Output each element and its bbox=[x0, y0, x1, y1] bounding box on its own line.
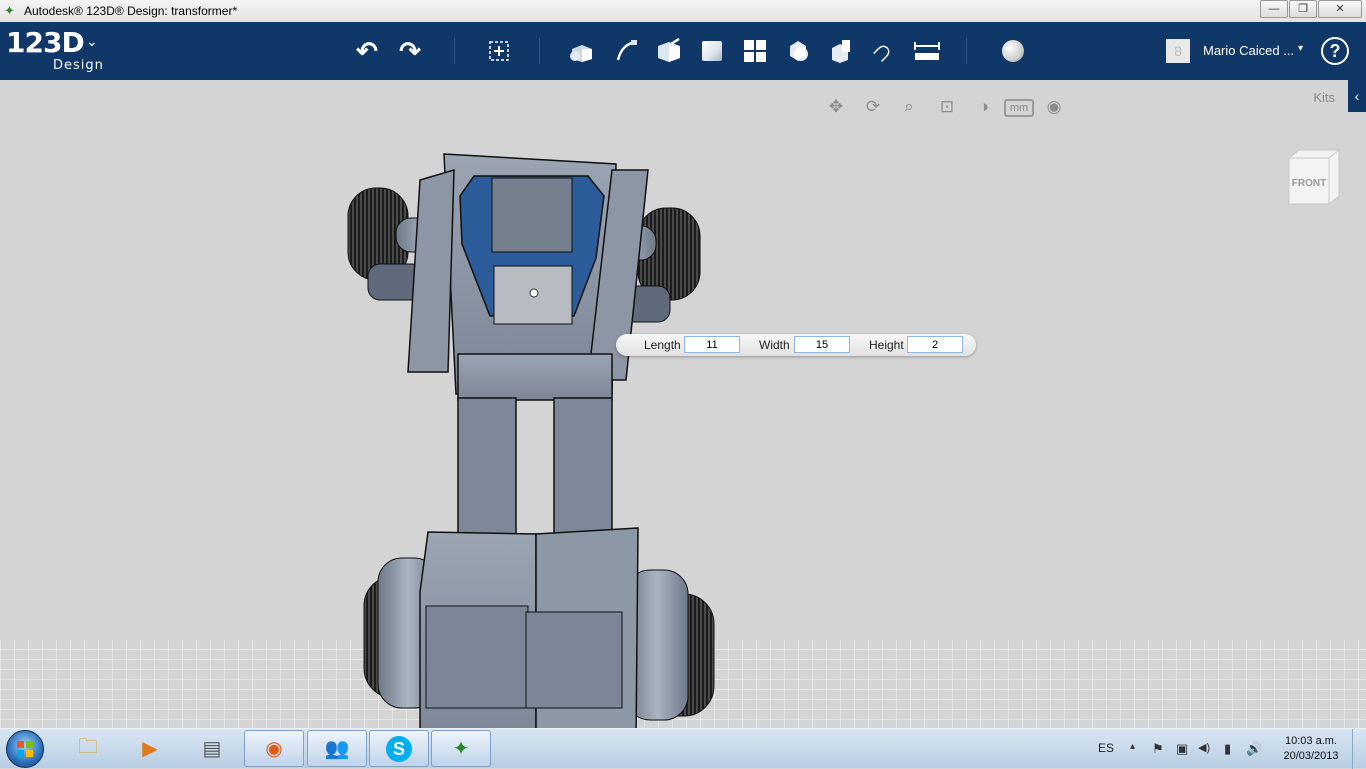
kits-panel-toggle[interactable]: ‹ bbox=[1348, 80, 1366, 112]
view-cube-label: FRONT bbox=[1292, 178, 1326, 189]
taskbar-skype-icon[interactable]: S bbox=[369, 730, 429, 767]
fit-view-icon[interactable]: ⊡ bbox=[934, 95, 960, 119]
taskbar: 🗀 ▶ ▤ ◉ 👥 S ✦ ES ▴ ⚑ ▣ ◀) ▮ 🔊 10:03 a.m.… bbox=[0, 728, 1366, 769]
avatar[interactable]: 8 bbox=[1166, 39, 1190, 63]
taskbar-explorer-icon[interactable]: 🗀 bbox=[58, 730, 118, 767]
app-logo-menu[interactable]: 123D Design ⌄ bbox=[6, 26, 103, 74]
clock-time: 10:03 a.m. bbox=[1285, 735, 1337, 747]
undo-icon[interactable]: ↶ bbox=[352, 36, 382, 66]
skype-icon: S bbox=[386, 735, 412, 762]
window-titlebar: ✦ Autodesk® 123D® Design: transformer* —… bbox=[0, 0, 1366, 22]
clock-date: 20/03/2013 bbox=[1283, 750, 1339, 762]
width-input[interactable] bbox=[794, 336, 850, 353]
minimize-button[interactable]: — bbox=[1260, 0, 1288, 18]
measure-icon[interactable] bbox=[912, 36, 942, 66]
orbit-icon[interactable]: ⟳ bbox=[860, 95, 886, 119]
logo-text: 123D bbox=[6, 26, 85, 59]
visual-style-icon[interactable]: ◑ bbox=[971, 95, 997, 119]
show-desktop-button[interactable] bbox=[1352, 729, 1366, 769]
user-name[interactable]: Mario Caiced ... bbox=[1203, 43, 1294, 58]
tray-expand-icon[interactable]: ▴ bbox=[1130, 741, 1135, 752]
language-indicator[interactable]: ES bbox=[1098, 741, 1114, 755]
help-icon[interactable]: ? bbox=[1321, 37, 1349, 65]
pattern-icon[interactable] bbox=[740, 36, 770, 66]
length-input[interactable] bbox=[684, 336, 740, 353]
units-button[interactable]: mm bbox=[1004, 99, 1034, 117]
material-icon[interactable] bbox=[998, 36, 1028, 66]
snap-icon[interactable]: ∩ bbox=[863, 30, 905, 72]
taskbar-network-icon[interactable]: ▤ bbox=[182, 730, 242, 767]
toolbar-divider bbox=[539, 38, 540, 64]
modify-icon[interactable] bbox=[697, 36, 727, 66]
view-cube[interactable]: FRONT bbox=[1287, 148, 1340, 205]
app-icon: ✦ bbox=[4, 3, 15, 18]
length-label: Length bbox=[644, 338, 681, 352]
taskbar-messenger-icon[interactable]: 👥 bbox=[307, 730, 367, 767]
grouping-icon[interactable] bbox=[783, 36, 813, 66]
main-toolbar: 123D Design ⌄ ↶ ↷ ∩ 8 Mario Caiced ... ▾… bbox=[0, 22, 1366, 80]
width-label: Width bbox=[759, 338, 790, 352]
speaker-icon[interactable]: 🔊 bbox=[1246, 741, 1262, 757]
pan-icon[interactable]: ✥ bbox=[823, 95, 849, 119]
sketch-icon[interactable] bbox=[611, 36, 641, 66]
start-button[interactable] bbox=[6, 730, 44, 768]
toolbar-divider bbox=[966, 38, 967, 64]
combine-icon[interactable] bbox=[826, 36, 856, 66]
eye-icon[interactable]: ◉ bbox=[1041, 95, 1067, 119]
network-signal-icon[interactable]: ▮ bbox=[1224, 741, 1231, 757]
device-icon[interactable]: ▣ bbox=[1176, 741, 1188, 757]
kits-label[interactable]: Kits bbox=[1313, 90, 1335, 105]
robot-model[interactable] bbox=[330, 140, 750, 728]
restore-button[interactable]: ❐ bbox=[1289, 0, 1317, 18]
height-input[interactable] bbox=[907, 336, 963, 353]
window-title: Autodesk® 123D® Design: transformer* bbox=[24, 4, 238, 18]
system-clock[interactable]: 10:03 a.m. 20/03/2013 bbox=[1278, 734, 1344, 764]
user-dropdown-icon[interactable]: ▾ bbox=[1298, 43, 1303, 54]
taskbar-media-player-icon[interactable]: ▶ bbox=[120, 730, 180, 767]
primitives-icon[interactable] bbox=[567, 36, 597, 66]
logo-subtitle: Design bbox=[53, 58, 104, 73]
taskbar-firefox-icon[interactable]: ◉ bbox=[244, 730, 304, 767]
window-controls: — ❐ ✕ bbox=[1259, 0, 1362, 18]
chevron-down-icon: ⌄ bbox=[86, 34, 98, 50]
dimension-input-bar: Length Width Height bbox=[616, 334, 976, 356]
windows-logo-icon bbox=[17, 741, 33, 757]
construct-icon[interactable] bbox=[654, 36, 684, 66]
volume-alert-icon[interactable]: ◀) bbox=[1198, 741, 1210, 754]
toolbar-divider bbox=[454, 38, 455, 64]
transform-icon[interactable] bbox=[484, 36, 514, 66]
redo-icon[interactable]: ↷ bbox=[395, 36, 425, 66]
close-button[interactable]: ✕ bbox=[1318, 0, 1362, 18]
height-label: Height bbox=[869, 338, 904, 352]
action-center-flag-icon[interactable]: ⚑ bbox=[1152, 741, 1164, 757]
3d-viewport[interactable]: Kits ‹ ✥ ⟳ ⌕ ⊡ ◑ mm ◉ FRONT Length 11 Wi… bbox=[0, 80, 1366, 728]
taskbar-123d-design-icon[interactable]: ✦ bbox=[431, 730, 491, 767]
zoom-icon[interactable]: ⌕ bbox=[896, 95, 922, 119]
